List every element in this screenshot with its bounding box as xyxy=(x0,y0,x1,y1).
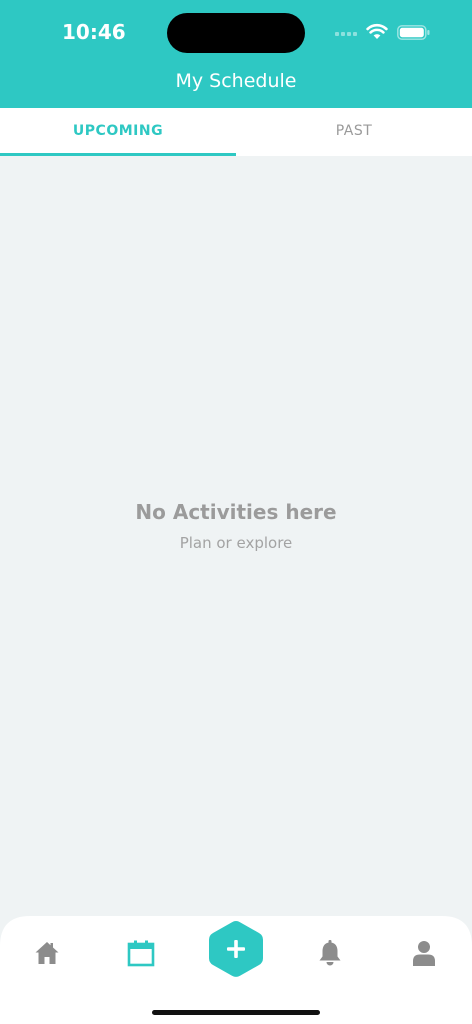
nav-home[interactable] xyxy=(27,936,67,970)
dynamic-island xyxy=(167,13,305,53)
page-title: My Schedule xyxy=(175,70,297,92)
empty-state: No Activities here Plan or explore xyxy=(0,500,472,552)
battery-icon xyxy=(397,25,430,40)
bell-icon xyxy=(319,940,341,966)
home-indicator xyxy=(152,1010,320,1015)
status-bar: 10:46 xyxy=(0,0,472,62)
empty-state-title: No Activities here xyxy=(135,500,337,524)
cellular-signal-icon xyxy=(335,28,359,36)
nav-schedule[interactable] xyxy=(121,936,161,970)
calendar-icon xyxy=(127,940,155,967)
person-icon xyxy=(413,941,435,966)
add-activity-button[interactable] xyxy=(206,918,266,980)
home-icon xyxy=(35,942,59,964)
nav-profile[interactable] xyxy=(404,936,444,970)
empty-state-subtitle: Plan or explore xyxy=(179,534,293,552)
tab-upcoming[interactable]: UPCOMING xyxy=(0,108,236,156)
schedule-tabs: UPCOMING PAST xyxy=(0,108,472,156)
tab-past[interactable]: PAST xyxy=(236,108,472,156)
nav-notifications[interactable] xyxy=(310,936,350,970)
status-time: 10:46 xyxy=(62,20,126,44)
header: 10:46 My Schedule xyxy=(0,0,472,108)
wifi-icon xyxy=(366,24,388,39)
